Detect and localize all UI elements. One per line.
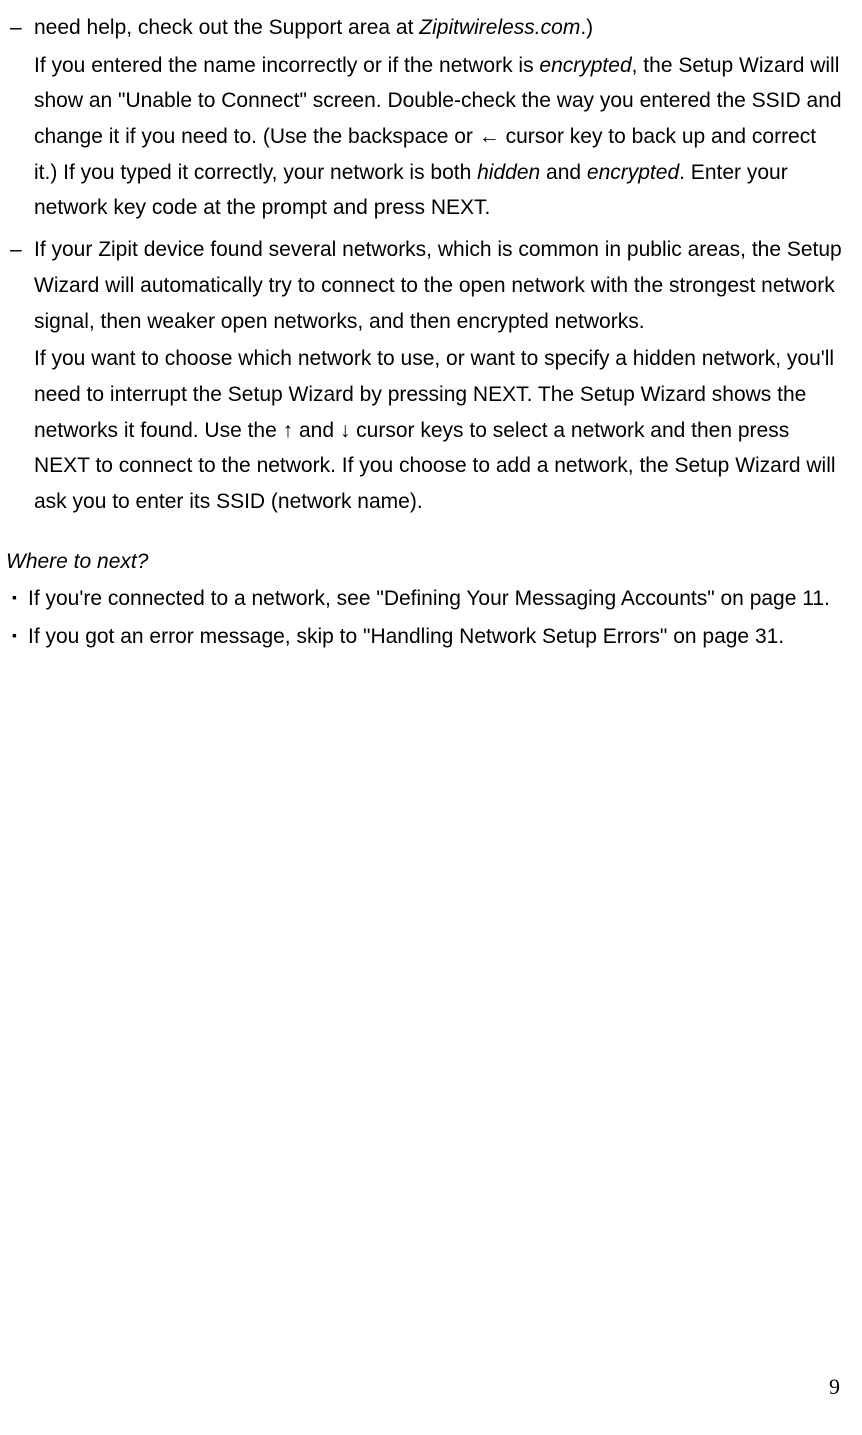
list-item-body: If you're connected to a network, see "D… [28, 581, 844, 617]
list-item-body: need help, check out the Support area at… [34, 10, 844, 228]
list-item: –If your Zipit device found several netw… [6, 232, 844, 522]
paragraph: If you want to choose which network to u… [34, 341, 844, 519]
text: If your Zipit device found several netwo… [34, 238, 842, 332]
page-number: 9 [829, 1368, 840, 1405]
italic-text: hidden [477, 161, 540, 184]
text: .) [580, 16, 593, 39]
paragraph: need help, check out the Support area at… [34, 10, 844, 46]
paragraph: If your Zipit device found several netwo… [34, 232, 844, 339]
list-item-body: If your Zipit device found several netwo… [34, 232, 844, 522]
text: and [540, 161, 587, 184]
square-bullet-icon: ▪ [8, 619, 28, 655]
where-to-next-heading: Where to next? [6, 544, 844, 580]
text: If you entered the name incorrectly or i… [34, 54, 539, 77]
dash-marker: – [6, 10, 34, 228]
paragraph: If you entered the name incorrectly or i… [34, 48, 844, 226]
text: need help, check out the Support area at [34, 16, 419, 39]
italic-text: encrypted [587, 161, 679, 184]
square-bullet-icon: ▪ [8, 581, 28, 617]
italic-text: encrypted [539, 54, 631, 77]
list-item: –need help, check out the Support area a… [6, 10, 844, 228]
dash-marker: – [6, 232, 34, 522]
list-item: ▪If you got an error message, skip to "H… [8, 619, 844, 655]
text: If you want to choose which network to u… [34, 347, 836, 513]
italic-text: Zipitwireless.com [419, 16, 580, 39]
list-item-body: If you got an error message, skip to "Ha… [28, 619, 844, 655]
list-item: ▪If you're connected to a network, see "… [8, 581, 844, 617]
